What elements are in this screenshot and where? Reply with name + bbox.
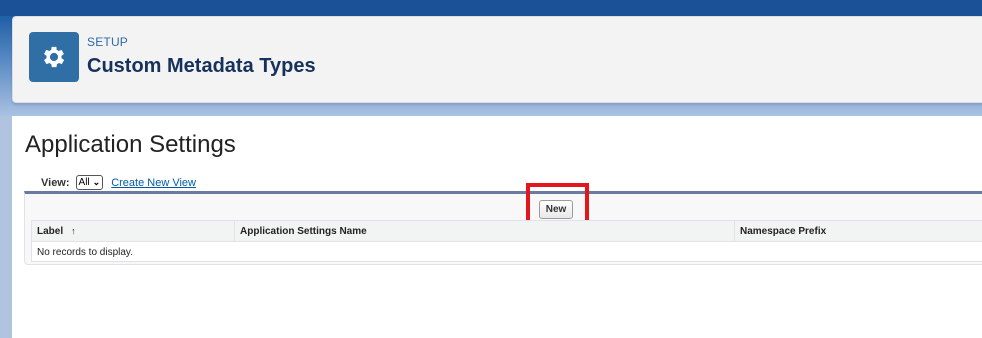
breadcrumb-setup: SETUP [87, 35, 129, 49]
view-selector-row: View: All ⌄ Create New View [41, 175, 196, 190]
setup-header: SETUP Custom Metadata Types [12, 16, 982, 103]
gear-icon [29, 32, 79, 82]
main-content: Application Settings View: All ⌄ Create … [12, 116, 982, 338]
create-new-view-link[interactable]: Create New View [111, 177, 196, 189]
records-table: Label ↑ Application Settings Name Namesp… [31, 220, 982, 262]
column-header-name[interactable]: Application Settings Name [235, 221, 735, 241]
view-select-value: All [78, 177, 90, 188]
top-bar [0, 0, 982, 16]
view-label: View: [41, 176, 70, 189]
column-header-label[interactable]: Label ↑ [32, 221, 235, 241]
page-title: Custom Metadata Types [87, 55, 316, 77]
chevron-down-icon: ⌄ [92, 177, 101, 187]
column-label: Application Settings Name [240, 225, 367, 237]
view-select[interactable]: All ⌄ [75, 175, 104, 190]
section-title: Application Settings [25, 131, 236, 158]
list-panel: New Label ↑ Application Settings Name Na… [24, 183, 982, 265]
column-label: Label [37, 225, 64, 237]
sort-arrow-icon: ↑ [71, 226, 76, 236]
column-header-namespace[interactable]: Namespace Prefix [735, 221, 982, 241]
empty-message: No records to display. [37, 246, 133, 258]
table-header: Label ↑ Application Settings Name Namesp… [32, 221, 982, 242]
column-label: Namespace Prefix [740, 225, 827, 237]
